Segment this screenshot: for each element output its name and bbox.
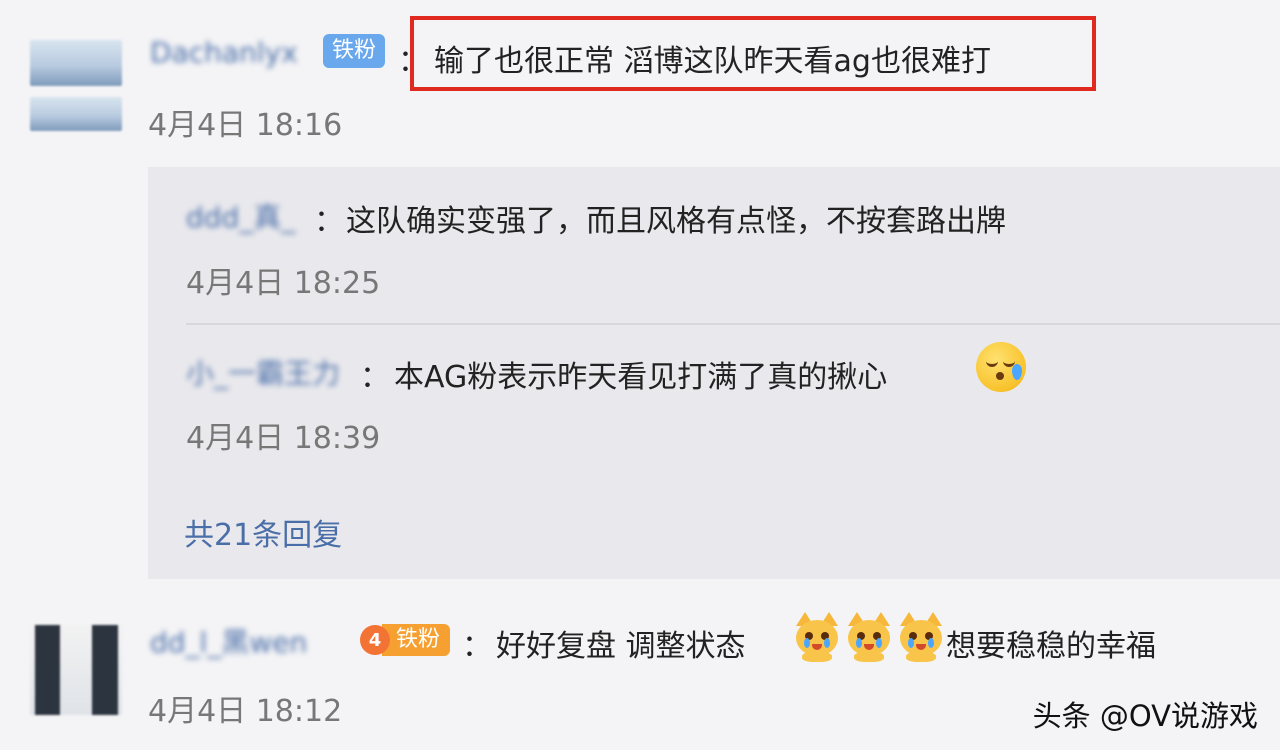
reply-time: 4月4日 18:39 <box>186 421 381 456</box>
comment-time: 4月4日 18:12 <box>148 694 343 729</box>
reply-colon: ： <box>360 360 390 395</box>
reply-text: 这队确实变强了，而且风格有点怪，不按套路出牌 <box>346 204 1006 239</box>
avatar[interactable] <box>30 625 122 715</box>
crying-cat-icon <box>846 612 892 662</box>
divider <box>186 323 1280 325</box>
reply-colon: ： <box>314 204 344 239</box>
fan-badge: 铁粉 <box>323 34 386 68</box>
comment-text-tail: 想要稳稳的幸福 <box>946 629 1156 664</box>
watermark: 头条 @OV说游戏 <box>1032 699 1258 733</box>
highlight-box <box>410 16 1096 91</box>
reply-time: 4月4日 18:25 <box>186 266 381 301</box>
comment-username[interactable]: Dachanlyx <box>150 36 298 69</box>
more-replies-link[interactable]: 共21条回复 <box>184 510 342 554</box>
crying-cat-icon <box>794 612 840 662</box>
sleepy-sweat-emoji <box>976 342 1026 392</box>
reply-username[interactable]: ddd_真_ <box>186 196 295 236</box>
comment-time: 4月4日 18:16 <box>148 108 343 143</box>
fan-level-number: 4 <box>360 625 390 655</box>
comment-text: 好好复盘 调整状态 <box>496 629 746 664</box>
fan-level-label: 铁粉 <box>382 624 451 656</box>
fan-level-badge: 4 铁粉 <box>360 624 451 656</box>
comment-username[interactable]: dd_l_黑wen <box>150 621 307 661</box>
avatar[interactable] <box>30 40 122 86</box>
crying-cat-icon <box>898 612 944 662</box>
reply-text: 本AG粉表示昨天看见打满了真的揪心 <box>394 360 888 395</box>
comment-colon: ： <box>462 629 492 664</box>
avatar-secondary <box>30 97 122 131</box>
reply-username[interactable]: 小_一霸王力 <box>186 352 340 392</box>
